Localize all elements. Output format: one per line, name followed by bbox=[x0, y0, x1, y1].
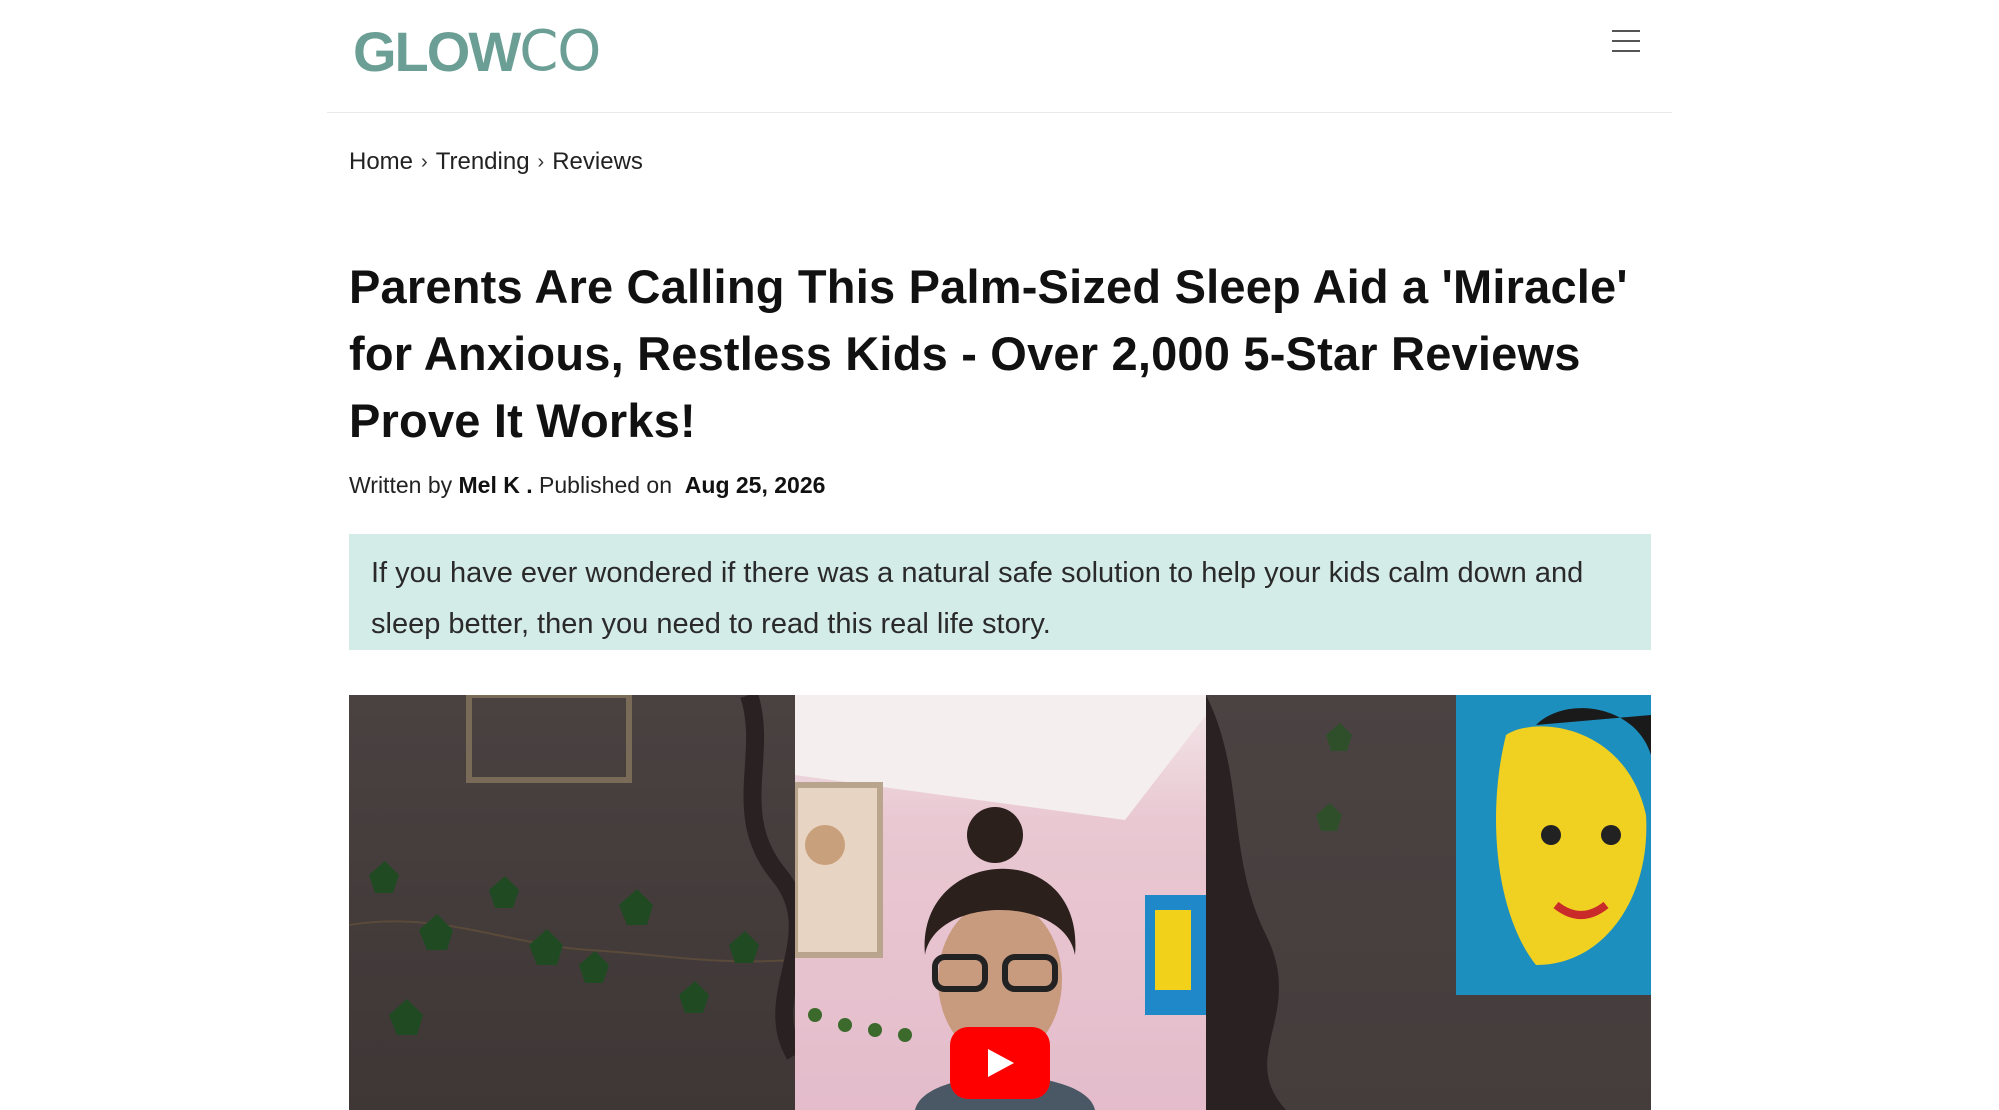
page: GLOW CO Home › Trending › Reviews Parents… bbox=[0, 0, 1999, 1110]
author-name: Mel K . bbox=[458, 472, 533, 498]
publish-date: Aug 25, 2026 bbox=[684, 472, 826, 498]
article-byline: Written by Mel K . Published on Aug 25, … bbox=[349, 472, 825, 499]
breadcrumb-separator: › bbox=[537, 150, 545, 173]
written-by-label: Written by bbox=[349, 472, 453, 498]
intro-callout: If you have ever wondered if there was a… bbox=[349, 534, 1651, 650]
video-thumbnail-right bbox=[1206, 695, 1651, 1110]
logo-co-text: CO bbox=[519, 19, 601, 84]
breadcrumb-trending[interactable]: Trending bbox=[436, 148, 530, 176]
logo-glow-text: GLOW bbox=[353, 20, 521, 83]
video-thumbnail-left bbox=[349, 695, 795, 1110]
site-header: GLOW CO bbox=[327, 0, 1672, 113]
ivy-wall-illustration bbox=[349, 695, 795, 1060]
menu-line bbox=[1612, 50, 1640, 52]
menu-line bbox=[1612, 30, 1640, 32]
breadcrumb-separator: › bbox=[421, 150, 428, 173]
site-logo[interactable]: GLOW CO bbox=[353, 19, 601, 84]
play-triangle-icon bbox=[988, 1049, 1014, 1077]
video-player[interactable] bbox=[349, 695, 1651, 1110]
breadcrumb: Home › Trending › Reviews bbox=[349, 148, 643, 176]
menu-line bbox=[1612, 40, 1640, 42]
youtube-play-icon[interactable] bbox=[950, 1027, 1050, 1099]
breadcrumb-home[interactable]: Home bbox=[349, 148, 413, 176]
article-title: Parents Are Calling This Palm-Sized Slee… bbox=[349, 260, 1628, 447]
breadcrumb-reviews[interactable]: Reviews bbox=[552, 148, 643, 176]
painting-illustration bbox=[1206, 695, 1651, 1110]
published-label: Published on bbox=[539, 472, 673, 498]
hamburger-menu-icon[interactable] bbox=[1612, 30, 1642, 56]
